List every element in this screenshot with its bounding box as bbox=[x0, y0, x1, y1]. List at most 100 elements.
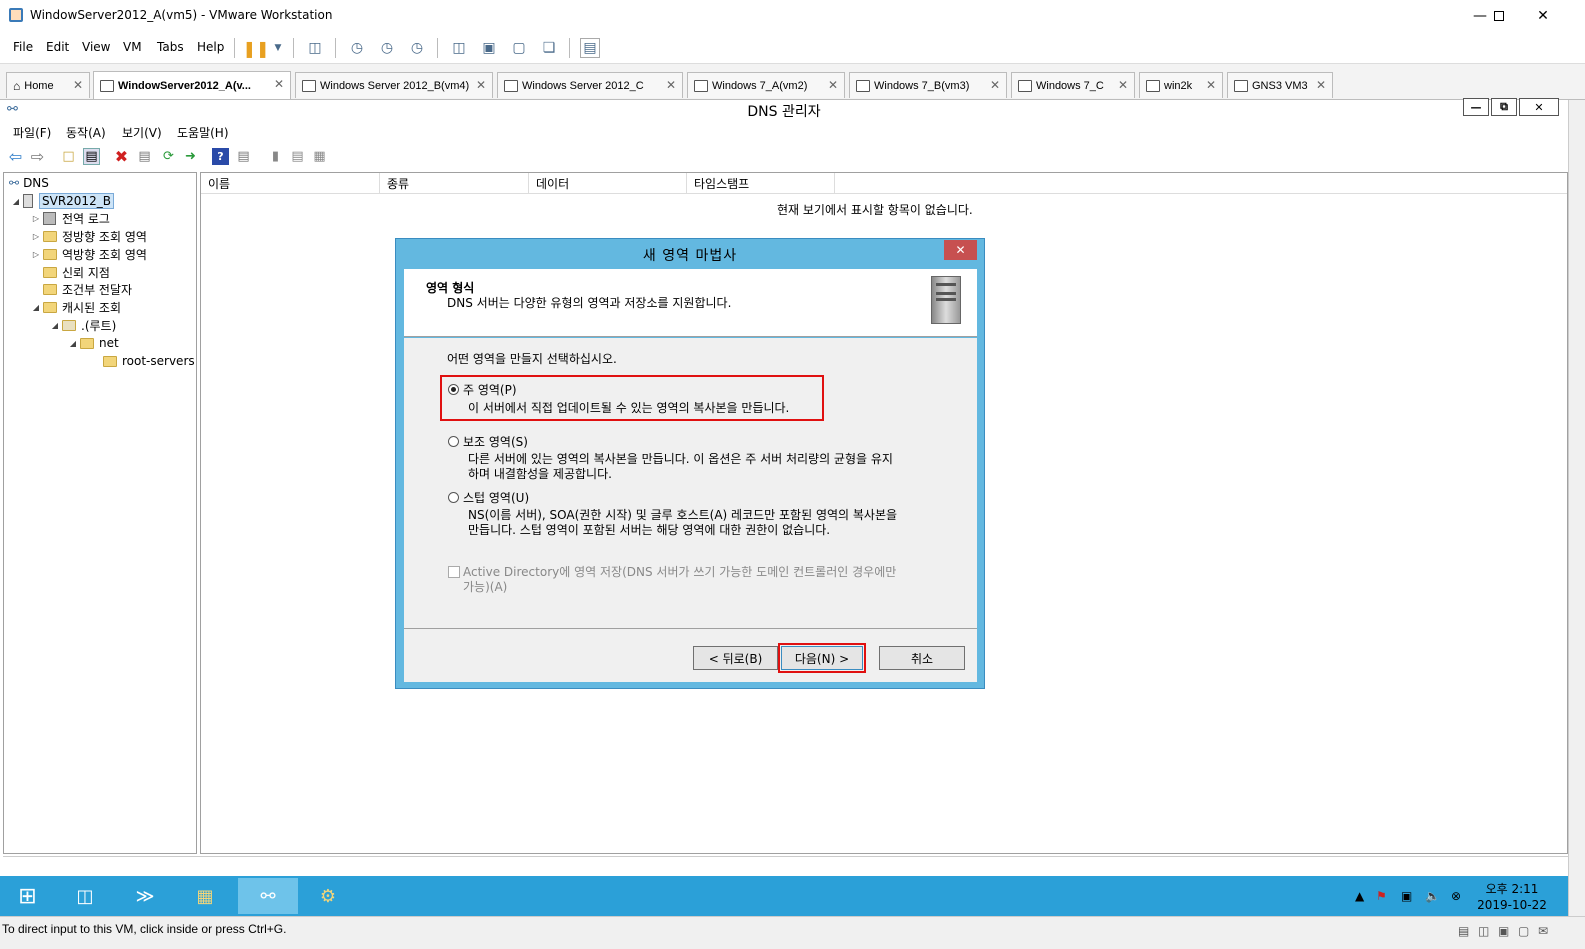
tree-node-reverse-lookup[interactable]: ▷ 역방향 조회 영역 bbox=[31, 245, 147, 263]
properties-icon[interactable]: ▤ bbox=[136, 148, 153, 165]
thumbnail-icon[interactable]: ▤ bbox=[580, 38, 600, 58]
tab-windowserver2012-a[interactable]: WindowServer2012_A(v... ✕ bbox=[93, 71, 291, 99]
tree-node-conditional-forwarders[interactable]: 조건부 전달자 bbox=[43, 280, 132, 298]
fullscreen-icon[interactable]: ▢ bbox=[509, 38, 529, 58]
tab-windows-server-2012-c[interactable]: Windows Server 2012_C ✕ bbox=[497, 72, 683, 98]
close-icon[interactable]: ✕ bbox=[274, 77, 284, 91]
action-pane-icon[interactable]: ▤ bbox=[235, 148, 252, 165]
message-icon[interactable]: ✉ bbox=[1538, 924, 1548, 938]
windows-start-icon[interactable]: ⊞ bbox=[0, 878, 55, 914]
expand-icon[interactable]: ▷ bbox=[31, 214, 41, 223]
back-arrow-icon[interactable]: ⇦ bbox=[7, 147, 24, 166]
action-center-icon[interactable]: ⚑ bbox=[1376, 889, 1387, 903]
list-icon[interactable]: ▤ bbox=[289, 148, 306, 165]
settings-gear-icon[interactable]: ⚙ bbox=[298, 878, 358, 914]
close-icon[interactable]: ✕ bbox=[476, 78, 486, 92]
network-tray-icon[interactable]: ▣ bbox=[1401, 889, 1412, 903]
column-header-timestamp[interactable]: 타임스탬프 bbox=[687, 173, 835, 193]
menu-tabs[interactable]: Tabs bbox=[157, 40, 184, 54]
snapshot-icon[interactable]: ◷ bbox=[347, 38, 367, 58]
menu-file[interactable]: File bbox=[13, 40, 33, 54]
wizard-close-button[interactable]: ✕ bbox=[944, 240, 977, 260]
tree-node-forward-lookup[interactable]: ▷ 정방향 조회 영역 bbox=[31, 227, 147, 245]
pause-icon[interactable]: ❚❚ bbox=[243, 38, 270, 58]
tab-windows-7-a[interactable]: Windows 7_A(vm2) ✕ bbox=[687, 72, 845, 98]
close-icon[interactable]: ✕ bbox=[1206, 78, 1216, 92]
menu-help[interactable]: Help bbox=[197, 40, 224, 54]
revert-snapshot-icon[interactable]: ◷ bbox=[377, 38, 397, 58]
delete-icon[interactable]: ✖ bbox=[113, 147, 130, 166]
store-in-ad-checkbox[interactable]: Active Directory에 영역 저장(DNS 서버가 쓰기 가능한 도… bbox=[448, 563, 896, 580]
expand-icon[interactable]: ◢ bbox=[31, 303, 41, 312]
menu-file-kr[interactable]: 파일(F) bbox=[13, 124, 51, 141]
powershell-icon[interactable]: ≫ bbox=[115, 878, 175, 914]
sidebar-icon[interactable]: ◫ bbox=[449, 38, 469, 58]
tab-gns3-vm3[interactable]: GNS3 VM3 ✕ bbox=[1227, 72, 1333, 98]
display-icon[interactable]: ▢ bbox=[1518, 924, 1529, 938]
secondary-zone-radio[interactable]: 보조 영역(S) bbox=[448, 433, 528, 450]
close-button[interactable]: ✕ bbox=[1520, 0, 1566, 31]
stub-zone-radio[interactable]: 스텁 영역(U) bbox=[448, 489, 529, 506]
network-icon[interactable]: ◫ bbox=[305, 38, 325, 58]
show-tree-icon[interactable]: ▤ bbox=[83, 148, 100, 165]
back-button[interactable]: < 뒤로(B) bbox=[693, 646, 778, 670]
close-icon[interactable]: ✕ bbox=[73, 78, 83, 92]
tree-node-root[interactable]: ◢ .(루트) bbox=[50, 316, 116, 334]
close-icon[interactable]: ✕ bbox=[1118, 78, 1128, 92]
help-icon[interactable]: ? bbox=[212, 148, 229, 165]
chevron-down-icon[interactable]: ▼ bbox=[268, 38, 288, 58]
tab-home[interactable]: ⌂ Home ✕ bbox=[6, 72, 90, 98]
close-icon[interactable]: ✕ bbox=[666, 78, 676, 92]
tree-node-svr2012-b[interactable]: ◢ SVR2012_B bbox=[11, 192, 114, 210]
column-header-name[interactable]: 이름 bbox=[201, 173, 380, 193]
menu-view[interactable]: View bbox=[82, 40, 110, 54]
tab-windows-7-c[interactable]: Windows 7_C ✕ bbox=[1011, 72, 1135, 98]
tree-node-root-servers[interactable]: root-servers bbox=[103, 352, 195, 370]
tree-node-dns[interactable]: ⚯ DNS bbox=[9, 174, 49, 192]
dns-manager-taskbar-icon[interactable]: ⚯ bbox=[238, 878, 298, 914]
network-adapter-icon[interactable]: ◫ bbox=[1478, 924, 1489, 938]
tray-up-arrow-icon[interactable]: ▲ bbox=[1355, 889, 1364, 903]
menu-help-kr[interactable]: 도움말(H) bbox=[177, 124, 229, 141]
menu-edit[interactable]: Edit bbox=[46, 40, 69, 54]
hdd-icon[interactable]: ▤ bbox=[1458, 924, 1469, 938]
console-view-icon[interactable]: ▣ bbox=[479, 38, 499, 58]
file-explorer-icon[interactable]: ▦ bbox=[175, 878, 235, 914]
tab-windows-server-2012-b[interactable]: Windows Server 2012_B(vm4) ✕ bbox=[295, 72, 493, 98]
column-header-data[interactable]: 데이터 bbox=[529, 173, 687, 193]
export-icon[interactable]: ➜ bbox=[182, 148, 199, 165]
server-manager-icon[interactable]: ◫ bbox=[55, 878, 115, 914]
next-button[interactable]: 다음(N) > bbox=[781, 646, 863, 670]
tab-win2k[interactable]: win2k ✕ bbox=[1139, 72, 1223, 98]
volume-icon[interactable]: 🔈 bbox=[1425, 889, 1440, 903]
server-icon[interactable]: ▮ bbox=[267, 148, 284, 165]
expand-icon[interactable]: ◢ bbox=[68, 339, 78, 348]
expand-icon[interactable]: ◢ bbox=[11, 197, 21, 206]
power-icon[interactable]: ⊗ bbox=[1451, 889, 1461, 903]
guest-close-button[interactable]: ✕ bbox=[1519, 98, 1559, 116]
records-icon[interactable]: ▦ bbox=[311, 148, 328, 165]
close-icon[interactable]: ✕ bbox=[1316, 78, 1326, 92]
tree-node-net[interactable]: ◢ net bbox=[68, 334, 119, 352]
taskbar-clock-date[interactable]: 2019-10-22 bbox=[1477, 898, 1547, 912]
menu-vm[interactable]: VM bbox=[123, 40, 142, 54]
menu-action[interactable]: 동작(A) bbox=[66, 124, 106, 141]
tree-node-cached-lookups[interactable]: ◢ 캐시된 조회 bbox=[31, 298, 121, 316]
tab-windows-7-b[interactable]: Windows 7_B(vm3) ✕ bbox=[849, 72, 1007, 98]
unity-icon[interactable]: ❏ bbox=[539, 38, 559, 58]
taskbar-clock-time[interactable]: 오후 2:11 bbox=[1482, 880, 1542, 897]
tree-node-global-log[interactable]: ▷ 전역 로그 bbox=[31, 209, 110, 227]
snapshot-manager-icon[interactable]: ◷ bbox=[407, 38, 427, 58]
usb-icon[interactable]: ▣ bbox=[1498, 924, 1509, 938]
expand-icon[interactable]: ▷ bbox=[31, 250, 41, 259]
guest-restore-button[interactable]: ⧉ bbox=[1491, 98, 1517, 116]
expand-icon[interactable]: ▷ bbox=[31, 232, 41, 241]
guest-minimize-button[interactable]: — bbox=[1463, 98, 1489, 116]
close-icon[interactable]: ✕ bbox=[990, 78, 1000, 92]
maximize-button[interactable] bbox=[1476, 0, 1522, 31]
primary-zone-radio[interactable]: 주 영역(P) bbox=[448, 381, 517, 398]
refresh-icon[interactable]: ⟳ bbox=[160, 148, 177, 165]
up-folder-icon[interactable]: □ bbox=[60, 148, 77, 165]
tree-node-trust-points[interactable]: 신뢰 지점 bbox=[43, 263, 110, 281]
cancel-button[interactable]: 취소 bbox=[879, 646, 965, 670]
